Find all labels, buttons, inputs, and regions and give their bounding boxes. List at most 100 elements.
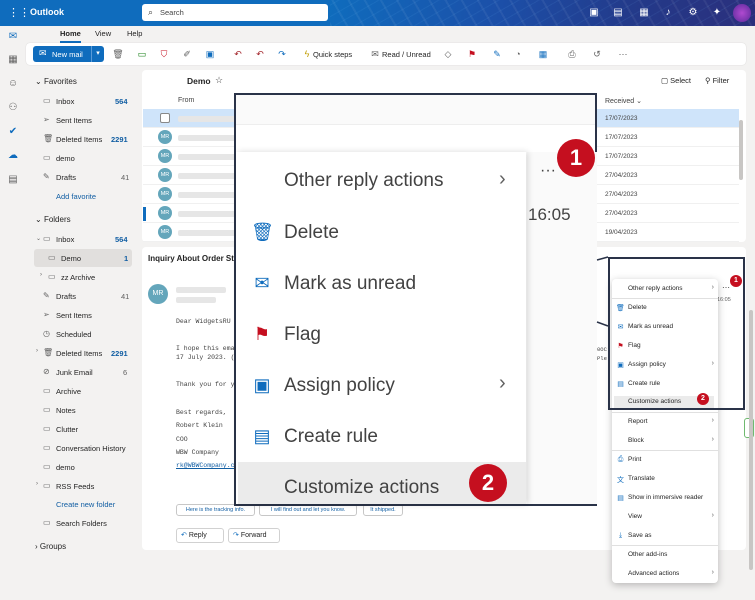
signature-name: Robert Klein <box>176 422 223 429</box>
folder-scheduled[interactable]: Scheduled <box>56 330 91 339</box>
folder-clutter[interactable]: Clutter <box>56 425 78 434</box>
fav-demo[interactable]: demo <box>56 154 75 163</box>
onenote-icon[interactable]: ▤ <box>611 6 625 20</box>
lightbulb-icon[interactable]: ✦ <box>710 6 724 20</box>
chevron-down-icon[interactable]: ⌄ <box>36 235 41 242</box>
move-to-icon[interactable]: ▣ <box>203 47 217 61</box>
pin-icon[interactable]: ✎ <box>490 47 504 61</box>
policy-icon: ▣ <box>253 375 271 395</box>
new-mail-button[interactable]: ✉ New mail <box>33 46 91 62</box>
folder-conversation-history[interactable]: Conversation History <box>56 444 126 453</box>
apps-icon[interactable]: ▤ <box>6 173 20 187</box>
sweep-icon[interactable]: ✐ <box>180 47 194 61</box>
folders-header[interactable]: ⌄ Folders <box>35 215 71 224</box>
folder-drafts[interactable]: Drafts <box>56 292 76 301</box>
forward-label: Forward <box>240 532 267 539</box>
filter-button[interactable]: ⚲ Filter <box>705 76 729 85</box>
reply-label: Reply <box>188 532 207 539</box>
add-favorite-link[interactable]: Add favorite <box>56 192 96 201</box>
read-unread-button[interactable]: Read / Unread <box>382 50 431 59</box>
row-date: 17/07/2023 <box>605 153 638 160</box>
folder-archive[interactable]: Archive <box>56 387 81 396</box>
message-list-scrollbar[interactable] <box>739 120 743 180</box>
row-date: 27/04/2023 <box>605 191 638 198</box>
more-options-icon[interactable]: ⋯ <box>616 47 630 61</box>
people-icon[interactable]: ☺ <box>6 77 20 91</box>
print-icon[interactable]: ⎙ <box>565 47 579 61</box>
forward-icon[interactable]: ↷ <box>275 47 289 61</box>
column-received[interactable]: Received ⌄ <box>605 97 642 105</box>
folder-icon: ▭ <box>48 253 56 262</box>
todo-icon[interactable]: ▦ <box>637 6 651 20</box>
app-launcher-icon[interactable]: ⋮⋮ <box>8 7 30 19</box>
snooze-icon[interactable]: ◔ <box>511 47 525 61</box>
user-avatar[interactable] <box>733 4 751 22</box>
flag-icon[interactable]: ⚑ <box>465 47 479 61</box>
chevron-right-icon[interactable]: › <box>36 348 38 354</box>
folder-demo-lower[interactable]: demo <box>56 463 75 472</box>
folder-demo[interactable]: Demo <box>61 254 81 263</box>
new-mail-dropdown[interactable]: ▾ <box>91 46 104 62</box>
tab-help[interactable]: Help <box>127 29 142 38</box>
folder-inbox[interactable]: Inbox <box>56 235 74 244</box>
todo-check-icon[interactable]: ✔ <box>6 125 20 139</box>
menu-label: Report <box>628 418 648 425</box>
mail-icon[interactable]: ✉ <box>6 30 20 44</box>
report-icon[interactable]: ⛉ <box>157 47 171 61</box>
step-badge-2: 2 <box>697 393 709 405</box>
tag-icon[interactable]: ◇ <box>441 47 455 61</box>
select-button[interactable]: ▢ Select <box>661 76 691 85</box>
folder-zz-archive[interactable]: zz Archive <box>61 273 95 282</box>
bell-icon[interactable]: ♪ <box>661 6 675 20</box>
folder-junk-count: 6 <box>123 368 128 377</box>
zoom-time: 16:05 <box>528 205 571 224</box>
reply-icon[interactable]: ↶ <box>231 47 245 61</box>
drafts-icon: ✎ <box>43 172 50 181</box>
groups-header[interactable]: › Groups <box>35 542 66 551</box>
forward-button[interactable]: ↷ Forward <box>228 528 280 543</box>
chevron-right-icon[interactable]: › <box>40 272 42 278</box>
flag-icon: ⚑ <box>253 324 271 344</box>
delete-icon[interactable]: 🗑 <box>111 47 125 61</box>
onedrive-icon[interactable]: ☁ <box>6 149 20 163</box>
tab-view[interactable]: View <box>95 29 111 38</box>
column-from[interactable]: From <box>178 97 194 104</box>
calendar-icon[interactable]: ▦ <box>6 53 20 67</box>
undo-icon[interactable]: ↺ <box>590 47 604 61</box>
folder-junk[interactable]: Junk Email <box>56 368 93 377</box>
gear-icon[interactable]: ⚙ <box>686 6 700 20</box>
tab-home[interactable]: Home <box>60 29 81 43</box>
fav-sent[interactable]: Sent Items <box>56 116 92 125</box>
redacted-sender <box>178 192 238 198</box>
folder-search-folders[interactable]: Search Folders <box>56 519 107 528</box>
fav-drafts[interactable]: Drafts <box>56 173 76 182</box>
chevron-right-icon: › <box>711 512 714 519</box>
reply-button[interactable]: ↶ Reply <box>176 528 224 543</box>
teams-icon[interactable]: ▣ <box>587 6 601 20</box>
folder-notes[interactable]: Notes <box>56 406 76 415</box>
folder-sent[interactable]: Sent Items <box>56 311 92 320</box>
policy-icon[interactable]: ▦ <box>536 47 550 61</box>
folders-header-label: Folders <box>43 215 71 224</box>
archive-icon[interactable]: ▭ <box>135 47 149 61</box>
quick-steps-button[interactable]: Quick steps <box>313 50 352 59</box>
chevron-right-icon: › <box>499 372 506 394</box>
favorites-header[interactable]: ⌄ Favorites <box>35 77 77 86</box>
star-icon[interactable]: ☆ <box>215 75 223 86</box>
chevron-right-icon[interactable]: › <box>36 481 38 487</box>
reply-all-icon[interactable]: ↶ <box>253 47 267 61</box>
menu-label: Print <box>628 456 642 463</box>
groups-icon[interactable]: ⚇ <box>6 101 20 115</box>
signature-email-link[interactable]: rk@WBWCompany.c <box>176 462 235 469</box>
translate-icon: 文 <box>617 477 624 484</box>
create-new-folder-link[interactable]: Create new folder <box>56 500 115 509</box>
folder-deleted[interactable]: Deleted Items <box>56 349 102 358</box>
reading-pane-scrollbar[interactable] <box>749 310 753 570</box>
search-box[interactable]: ⌕ Search <box>142 4 328 21</box>
fav-deleted[interactable]: Deleted Items <box>56 135 102 144</box>
menu-label: Show in immersive reader <box>628 494 704 501</box>
folder-rss[interactable]: RSS Feeds <box>56 482 94 491</box>
fav-inbox[interactable]: Inbox <box>56 97 74 106</box>
row-checkbox[interactable] <box>160 113 170 123</box>
zoom-menu <box>236 152 526 504</box>
